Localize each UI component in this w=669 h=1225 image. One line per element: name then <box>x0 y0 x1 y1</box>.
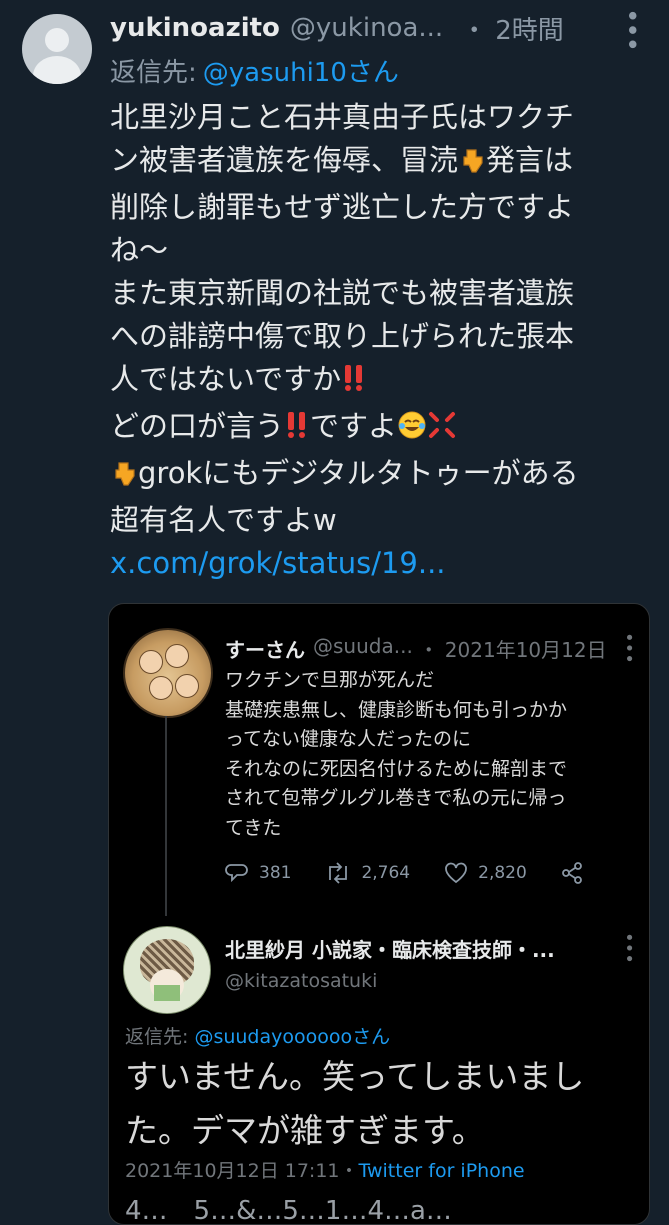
avatar-figure <box>149 676 173 700</box>
tweet-line: どの口が言う ですよ <box>110 405 655 452</box>
quote-handle[interactable]: @suuda... <box>313 634 413 663</box>
user-avatar[interactable] <box>22 14 92 84</box>
quote-user-avatar[interactable] <box>123 926 211 1014</box>
quote-text: ワクチンで旦那が死んだ 基礎疾患無し、健康診断も何も引っかか ってない健康な人だ… <box>225 666 635 843</box>
double-exclamation-emoji-icon <box>341 362 367 405</box>
reply-icon <box>225 864 248 883</box>
tweet-line: 削除し謝罪もせず逃亡した方ですよ <box>110 190 575 224</box>
tweet-line: ン被害者遺族を侮辱、冒涜 発言は <box>110 139 655 186</box>
reply-prefix: 返信先: <box>110 58 197 88</box>
quote-user-avatar[interactable] <box>123 628 213 718</box>
quote-line: ってない健康な人だったのに <box>225 728 472 750</box>
quote-line: すいません。笑ってしまいまし <box>125 1057 585 1096</box>
tweet-link[interactable]: x.com/grok/status/19... <box>110 542 655 585</box>
reply-button[interactable]: 381 <box>225 862 291 884</box>
quoted-screenshot[interactable]: すーさん @suuda... ・ 2021年10月12日 ••• ワクチンで旦那… <box>108 603 650 1225</box>
retweet-count: 2,764 <box>361 863 411 883</box>
anger-emoji-icon <box>427 409 457 452</box>
quote-time[interactable]: 2021年10月12日 <box>445 634 607 663</box>
header-separator: ・ <box>461 15 488 46</box>
quote-timestamp: 2021年10月12日 17:11・Twitter for iPhone <box>125 1160 525 1182</box>
more-icon[interactable]: ••• <box>618 632 639 664</box>
like-count: 2,820 <box>478 863 527 883</box>
quote-line: た。デマが雑すぎます。 <box>125 1111 485 1150</box>
tweet-line: ね〜 <box>110 233 169 267</box>
double-exclamation-emoji-icon <box>284 409 310 452</box>
reply-mention-link[interactable]: @yasuhi10さん <box>203 58 399 88</box>
avatar-figure <box>165 644 189 668</box>
quote-reply-text: すいません。笑ってしまいまし た。デマが雑すぎます。 <box>125 1050 625 1158</box>
share-icon <box>561 862 582 884</box>
more-icon[interactable]: ••• <box>618 932 639 964</box>
point-down-emoji-icon <box>458 143 486 186</box>
client-source-link[interactable]: Twitter for iPhone <box>359 1160 525 1182</box>
retweet-icon <box>329 862 348 884</box>
tweet-line: 人ではないですか <box>110 358 655 405</box>
quote-line: てきた <box>225 816 282 839</box>
quote-line: ワクチンで旦那が死んだ <box>225 669 435 691</box>
quote-display-name[interactable]: 北里紗月 小説家・臨床検査技師・... <box>225 934 555 963</box>
tweet-line: への誹謗中傷で取り上げられた張本 <box>110 319 575 353</box>
thread-connector-line <box>165 716 167 916</box>
quote-handle[interactable]: @kitazatosatuki <box>225 970 377 992</box>
like-button[interactable]: 2,820 <box>444 862 527 884</box>
tweet-line: また東京新聞の社説でも被害者遺族 <box>110 276 575 310</box>
retweet-button[interactable]: 2,764 <box>325 862 410 884</box>
tweet-header: yukinoazito @yukinoa... ・ 2時間 ••• <box>110 8 657 51</box>
quote-line: それなのに死因名付けるために解剖まで <box>225 757 568 780</box>
default-avatar-body <box>33 56 81 84</box>
reply-count: 381 <box>259 863 292 883</box>
replying-to: 返信先: @yasuhi10さん <box>110 52 399 89</box>
point-down-emoji-icon <box>110 456 138 499</box>
tweet-line: 超有名人ですよw <box>110 503 337 537</box>
display-name[interactable]: yukinoazito <box>110 13 280 43</box>
quote-separator: ・ <box>418 638 439 662</box>
quote-line: されて包帯グルグル巻きで私の元に帰っ <box>225 787 567 809</box>
quote-reply-mention[interactable]: @suudayoooooo <box>194 1026 352 1048</box>
heart-icon <box>445 862 468 884</box>
more-icon[interactable]: ••• <box>611 8 651 51</box>
quote-display-name[interactable]: すーさん <box>225 634 305 663</box>
joy-emoji-icon <box>397 409 427 452</box>
tweet-line: grokにもデジタルタトゥーがある <box>110 452 655 499</box>
quote-line: 基礎疾患無し、健康診断も何も引っかか <box>225 698 568 721</box>
default-avatar-head <box>45 28 69 52</box>
book-illustration <box>154 985 180 1001</box>
tweet-text: 北里沙月こと石井真由子氏はワクチ ン被害者遺族を侮辱、冒涜 発言は 削除し謝罪もせ… <box>110 96 655 585</box>
cut-off-text: 4… 5…&…5…1…4…a… <box>125 1196 452 1225</box>
quote-header: すーさん @suuda... ・ 2021年10月12日 <box>225 634 635 663</box>
tweet-time[interactable]: 2時間 <box>495 10 564 47</box>
share-button[interactable] <box>561 862 593 884</box>
quote-replying-to: 返信先: @suudayooooooさん <box>125 1026 391 1048</box>
avatar-figure <box>139 650 163 674</box>
tweet-line: 北里沙月こと石井真由子氏はワクチ <box>110 100 575 134</box>
user-handle[interactable]: @yukinoa... <box>290 13 443 43</box>
quote-action-bar: 381 2,764 2,820 <box>225 862 585 884</box>
avatar-figure <box>175 674 199 698</box>
